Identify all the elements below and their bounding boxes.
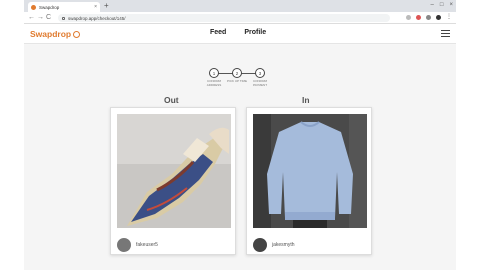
tab-strip: Swapdrop × + – □ × [24,0,456,12]
browser-menu-icon[interactable]: ⋮ [446,14,452,21]
step-2-circle: 2 [232,68,242,78]
minimize-button[interactable]: – [431,1,434,10]
site-header: Swapdrop Feed Profile [24,24,456,44]
new-tab-button[interactable]: + [104,1,109,11]
screen: Swapdrop × + – □ × ← → C swapdrop.app/ch… [0,0,480,270]
back-button[interactable]: ← [28,14,35,22]
site-logo[interactable]: Swapdrop [30,29,81,39]
browser-window: Swapdrop × + – □ × ← → C swapdrop.app/ch… [24,0,456,270]
step-1-circle: 1 [209,68,219,78]
hamburger-menu-icon[interactable] [441,30,450,37]
nav-feed[interactable]: Feed [210,29,226,36]
out-title: Out [164,95,179,105]
forward-button[interactable]: → [37,14,44,22]
browser-toolbar: ← → C swapdrop.app/checkout/145/ ⋮ [24,12,456,24]
in-user[interactable]: jakesmyth [253,238,295,252]
lock-icon [62,16,65,20]
letterbox-left [0,0,24,270]
tab-title: Swapdrop [39,4,60,10]
sweatshirt-photo [253,114,367,228]
logo-text: Swapdrop [30,29,72,39]
browser-tab[interactable]: Swapdrop × [28,2,100,12]
close-window-button[interactable]: × [449,1,453,10]
tab-close-icon[interactable]: × [94,4,97,10]
step-3-label: CONFIRM PAYMENT [252,79,268,87]
in-item-card[interactable]: jakesmyth [246,107,372,255]
logo-mark-icon [73,30,81,38]
username: jakesmyth [272,242,295,248]
extension-icon[interactable] [416,15,421,20]
letterbox-right [456,0,480,270]
in-title: In [302,95,310,105]
window-controls: – □ × [431,1,453,10]
reload-button[interactable]: C [46,14,51,22]
nav-profile[interactable]: Profile [244,29,266,36]
step-1-label: CONFIRM ADDRESS [206,79,222,87]
sneaker-photo [117,114,231,228]
step-3-circle: 3 [255,68,265,78]
out-item-card[interactable]: fakeuser5 [110,107,236,255]
profile-avatar-icon[interactable] [436,15,441,20]
main-nav: Feed Profile [210,29,266,36]
avatar [117,238,131,252]
extensions-puzzle-icon[interactable] [426,15,431,20]
address-bar[interactable]: swapdrop.app/checkout/145/ [58,14,390,22]
avatar [253,238,267,252]
checkout-content: 1 2 3 CONFIRM ADDRESS PICK UP TIME CONFI… [24,45,456,270]
maximize-button[interactable]: □ [440,1,444,10]
checkout-progress: 1 2 3 CONFIRM ADDRESS PICK UP TIME CONFI… [206,67,278,89]
bookmark-star-icon[interactable] [406,15,411,20]
step-2-label: PICK UP TIME [227,79,247,83]
toolbar-icons: ⋮ [406,14,452,21]
username: fakeuser5 [136,242,158,248]
out-user[interactable]: fakeuser5 [117,238,158,252]
favicon-icon [31,4,36,10]
url-text: swapdrop.app/checkout/145/ [68,15,126,21]
